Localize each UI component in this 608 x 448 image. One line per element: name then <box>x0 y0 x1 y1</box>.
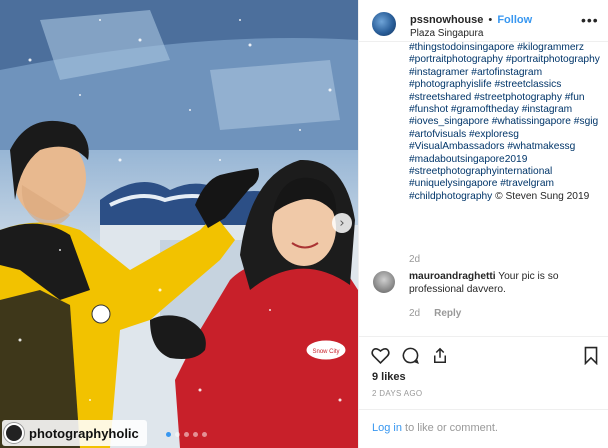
photo-scene: Snow City <box>0 0 358 448</box>
caption-credit: © Steven Sung 2019 <box>495 190 590 202</box>
post-caption: #thingstodoinsingapore #kilogrammerz #po… <box>409 42 605 203</box>
post-sidebar: pssnowhouse • Follow Plaza Singapura •••… <box>358 0 608 448</box>
comments-section[interactable]: #thingstodoinsingapore #kilogrammerz #po… <box>359 42 608 334</box>
next-image-button[interactable]: › <box>332 213 352 233</box>
carousel-dot <box>166 432 171 437</box>
post-header: pssnowhouse • Follow Plaza Singapura ••• <box>359 0 608 42</box>
login-prompt-text: to like or comment. <box>401 422 498 434</box>
author-username[interactable]: pssnowhouse <box>410 14 483 26</box>
comment-icon[interactable] <box>400 345 420 365</box>
caption-top-tag[interactable]: #thingstodoinsingapore <box>409 42 514 53</box>
likes-count[interactable]: 9 likes <box>372 371 406 383</box>
author-avatar[interactable] <box>372 12 396 36</box>
bookmark-icon[interactable] <box>581 345 601 365</box>
post-time-ago: 2 DAYS AGO <box>372 389 423 398</box>
comment-meta: 2d Reply <box>409 308 461 319</box>
watermark-avatar <box>4 423 24 443</box>
commenter-avatar[interactable] <box>373 271 395 293</box>
watermark-text: photographyholic <box>29 425 139 441</box>
login-link[interactable]: Log in <box>372 422 402 434</box>
post-photo[interactable]: Snow City › photographyholic <box>0 0 358 448</box>
ellipsis-icon[interactable]: ••• <box>581 12 599 28</box>
login-prompt: Log in to like or comment. <box>372 422 498 434</box>
carousel-dot <box>193 432 198 437</box>
carousel-dot <box>184 432 189 437</box>
comment-body: mauroandraghetti Your pic is so professi… <box>409 270 599 296</box>
commenter-username[interactable]: mauroandraghetti <box>409 271 496 282</box>
chevron-right-icon: › <box>339 215 345 231</box>
carousel-dots <box>166 432 207 437</box>
comment-timestamp: 2d <box>409 308 421 319</box>
heart-icon[interactable] <box>370 345 390 365</box>
separator-dot: • <box>488 14 493 26</box>
caption-hashtags[interactable]: #kilogrammerz #portraitphotography #port… <box>409 42 600 202</box>
login-bar: Log in to like or comment. <box>359 409 608 447</box>
share-icon[interactable] <box>430 345 450 365</box>
photo-watermark: photographyholic <box>2 420 147 446</box>
carousel-dot <box>175 432 180 437</box>
jacket-badge-text: Snow City <box>312 349 339 355</box>
post-actions: 9 likes 2 DAYS AGO Log in to like or com… <box>359 336 608 446</box>
carousel-dot <box>202 432 207 437</box>
author-line: pssnowhouse • Follow <box>410 14 532 26</box>
caption-timestamp: 2d <box>409 254 421 265</box>
post-location[interactable]: Plaza Singapura <box>410 28 483 39</box>
reply-button[interactable]: Reply <box>434 308 461 319</box>
follow-button[interactable]: Follow <box>497 14 532 26</box>
